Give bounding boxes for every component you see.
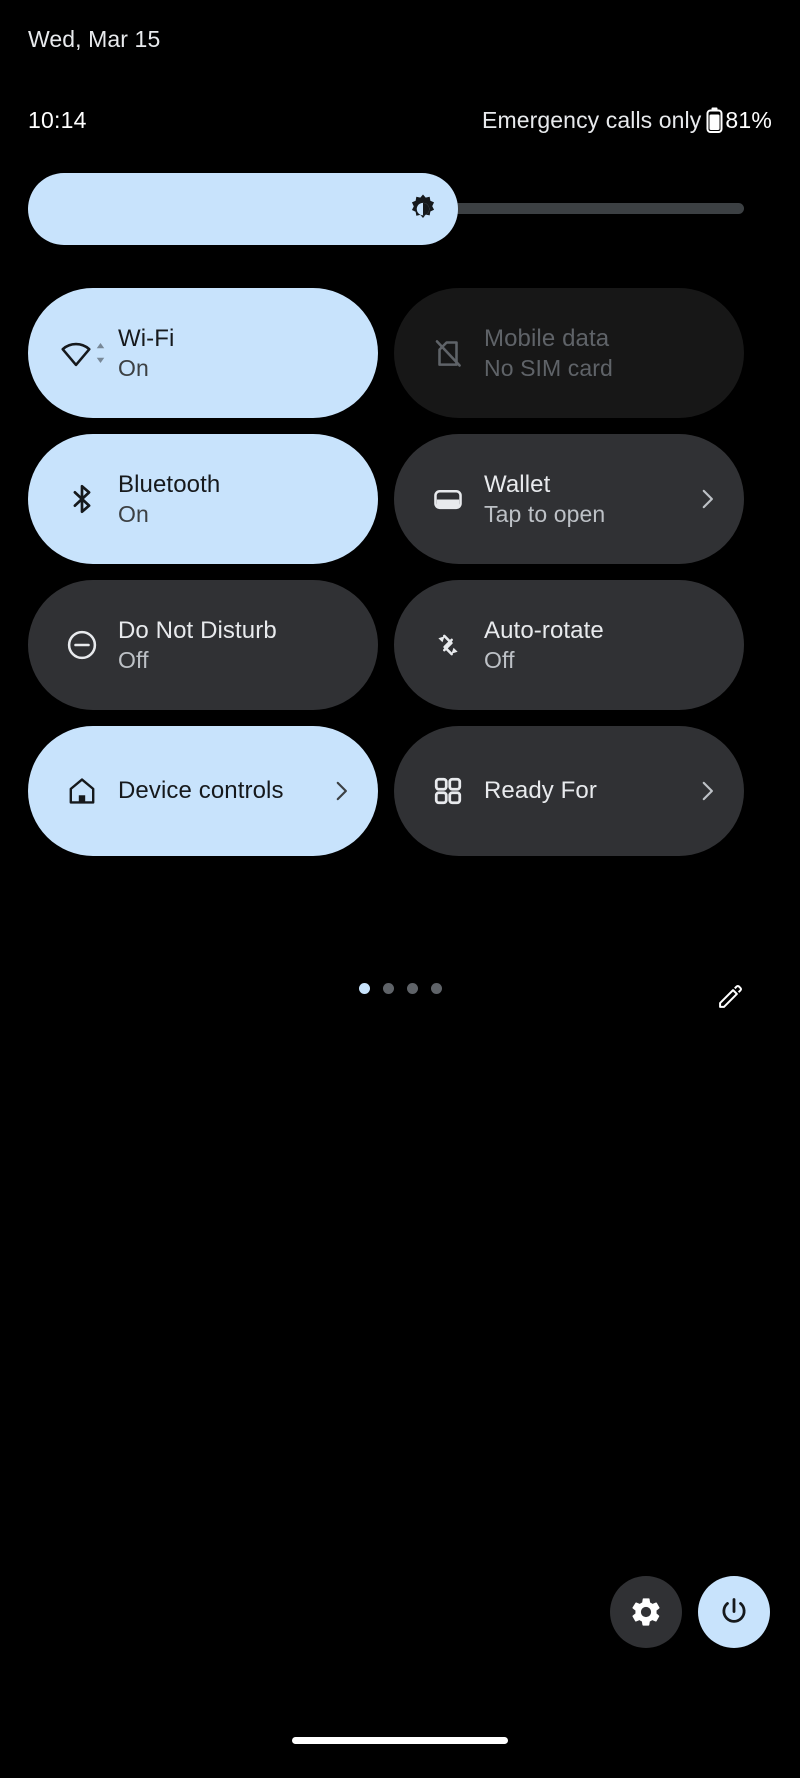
page-dot-3[interactable] [406,983,418,994]
chevron-right-icon [702,781,713,801]
tile-texts: Wallet Tap to open [484,470,686,527]
battery-icon [706,107,723,133]
tile-label: Do Not Disturb [118,617,277,645]
tile-texts: Mobile data No SIM card [484,324,720,381]
tile-sublabel: Off [118,646,149,673]
quick-settings-tiles: Wi-Fi On Mobile data No SIM card Bluetooth… [28,288,744,856]
tile-sublabel: On [118,354,149,381]
status-bar: 10:14 Emergency calls only 81% [0,104,800,136]
battery-percent-label: 81% [725,106,772,133]
tile-ready-for[interactable]: Ready For [394,726,744,856]
gear-icon [632,1598,660,1626]
page-indicator-dots[interactable] [0,983,800,994]
tile-label: Device controls [118,777,284,805]
pencil-edit-icon [719,985,742,1008]
brightness-fill[interactable] [28,173,458,245]
tile-mobile-data[interactable]: Mobile data No SIM card [394,288,744,418]
grid-apps-icon [426,776,470,806]
tile-auto-rotate[interactable]: Auto-rotate Off [394,580,744,710]
tile-label: Ready For [484,777,597,805]
edit-tiles-button[interactable] [708,975,752,1019]
home-gesture-bar[interactable] [292,1737,508,1744]
page-dot-4[interactable] [430,983,442,994]
tile-label: Wi-Fi [118,325,175,353]
battery-indicator: 81% [706,107,772,134]
tile-texts: Do Not Disturb Off [118,616,354,673]
date-label: Wed, Mar 15 [28,26,161,52]
tile-label: Mobile data [484,325,610,353]
status-bar-right: Emergency calls only 81% [482,107,772,134]
page-dot-1[interactable] [358,983,370,994]
bluetooth-icon [60,482,104,516]
tile-chevron[interactable] [694,778,720,804]
wallet-icon [426,483,470,515]
tile-sublabel: Off [484,646,515,673]
tile-texts: Wi-Fi On [118,324,354,381]
settings-button[interactable] [610,1576,682,1648]
power-icon [722,1598,746,1623]
clock-label: 10:14 [28,106,87,133]
sim-off-icon [426,336,470,370]
tile-texts: Auto-rotate Off [484,616,720,673]
brightness-slider[interactable] [28,173,744,245]
tile-wallet[interactable]: Wallet Tap to open [394,434,744,564]
chevron-right-icon [336,781,347,801]
tile-chevron[interactable] [694,486,720,512]
bottom-action-bar [610,1576,770,1648]
carrier-label: Emergency calls only [482,106,702,133]
tile-sublabel: On [118,500,149,527]
tile-chevron[interactable] [328,778,354,804]
quick-settings-panel: Wed, Mar 15 10:14 Emergency calls only 8… [0,0,800,1778]
tile-bluetooth[interactable]: Bluetooth On [28,434,378,564]
wifi-icon [60,336,104,370]
tile-texts: Device controls [118,776,320,805]
tile-device-controls[interactable]: Device controls [28,726,378,856]
tile-label: Auto-rotate [484,617,604,645]
tile-wifi[interactable]: Wi-Fi On [28,288,378,418]
home-icon [60,775,104,807]
power-button[interactable] [698,1576,770,1648]
tile-texts: Bluetooth On [118,470,354,527]
tile-label: Bluetooth [118,471,221,499]
auto-rotate-icon [426,628,470,662]
tile-sublabel: Tap to open [484,500,606,527]
tile-label: Wallet [484,471,551,499]
chevron-right-icon [702,489,713,509]
tile-sublabel: No SIM card [484,354,613,381]
tile-do-not-disturb[interactable]: Do Not Disturb Off [28,580,378,710]
do-not-disturb-icon [60,628,104,662]
pager-row [0,975,800,1015]
page-dot-2[interactable] [382,983,394,994]
tile-texts: Ready For [484,776,686,805]
brightness-icon [406,190,440,229]
